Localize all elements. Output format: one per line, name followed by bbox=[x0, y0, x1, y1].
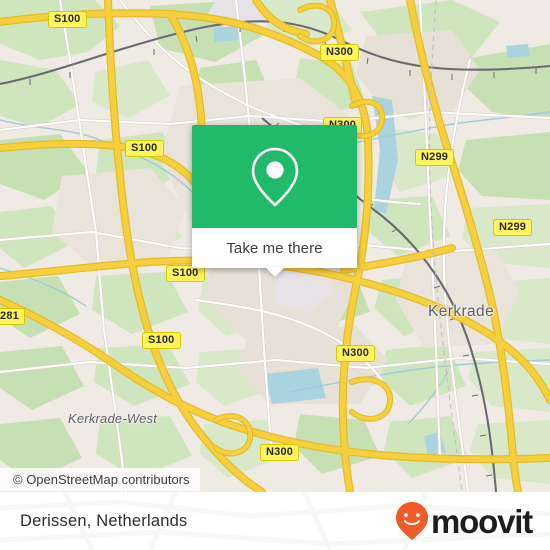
take-me-there-label: Take me there bbox=[226, 239, 323, 257]
map-pin-icon bbox=[251, 147, 298, 207]
map-canvas[interactable]: .green { fill:#cfe5be; } .green2 { fill:… bbox=[0, 0, 550, 492]
callout-tail-pointer bbox=[264, 267, 285, 277]
road-shield: S100 bbox=[142, 332, 181, 349]
moovit-wordmark: moovit bbox=[431, 502, 533, 540]
callout-icon-area bbox=[192, 125, 357, 228]
place-label-kerkrade: Kerkrade bbox=[428, 303, 495, 320]
road-shield: S100 bbox=[48, 11, 87, 28]
moovit-map-screenshot: .green { fill:#cfe5be; } .green2 { fill:… bbox=[0, 0, 550, 550]
footer-bar: Derissen, Netherlands moovit bbox=[0, 492, 550, 550]
destination-callout-card[interactable]: Take me there bbox=[192, 125, 357, 277]
road-shield: S100 bbox=[125, 140, 164, 157]
road-shield: 281 bbox=[0, 308, 25, 325]
attribution-text: © OpenStreetMap contributors bbox=[13, 472, 190, 487]
moovit-pin-icon bbox=[396, 502, 429, 540]
take-me-there-button[interactable]: Take me there bbox=[192, 228, 357, 268]
moovit-logo[interactable]: moovit bbox=[394, 501, 533, 541]
road-shield: N300 bbox=[320, 44, 360, 61]
place-label-kerkrade-west: Kerkrade-West bbox=[68, 411, 158, 426]
road-shield: N300 bbox=[336, 345, 376, 362]
road-shield: N299 bbox=[493, 219, 533, 236]
road-shield: N300 bbox=[260, 444, 300, 461]
map-attribution[interactable]: © OpenStreetMap contributors bbox=[0, 468, 200, 491]
road-shield: N299 bbox=[415, 149, 455, 166]
place-title: Derissen, Netherlands bbox=[20, 511, 188, 530]
